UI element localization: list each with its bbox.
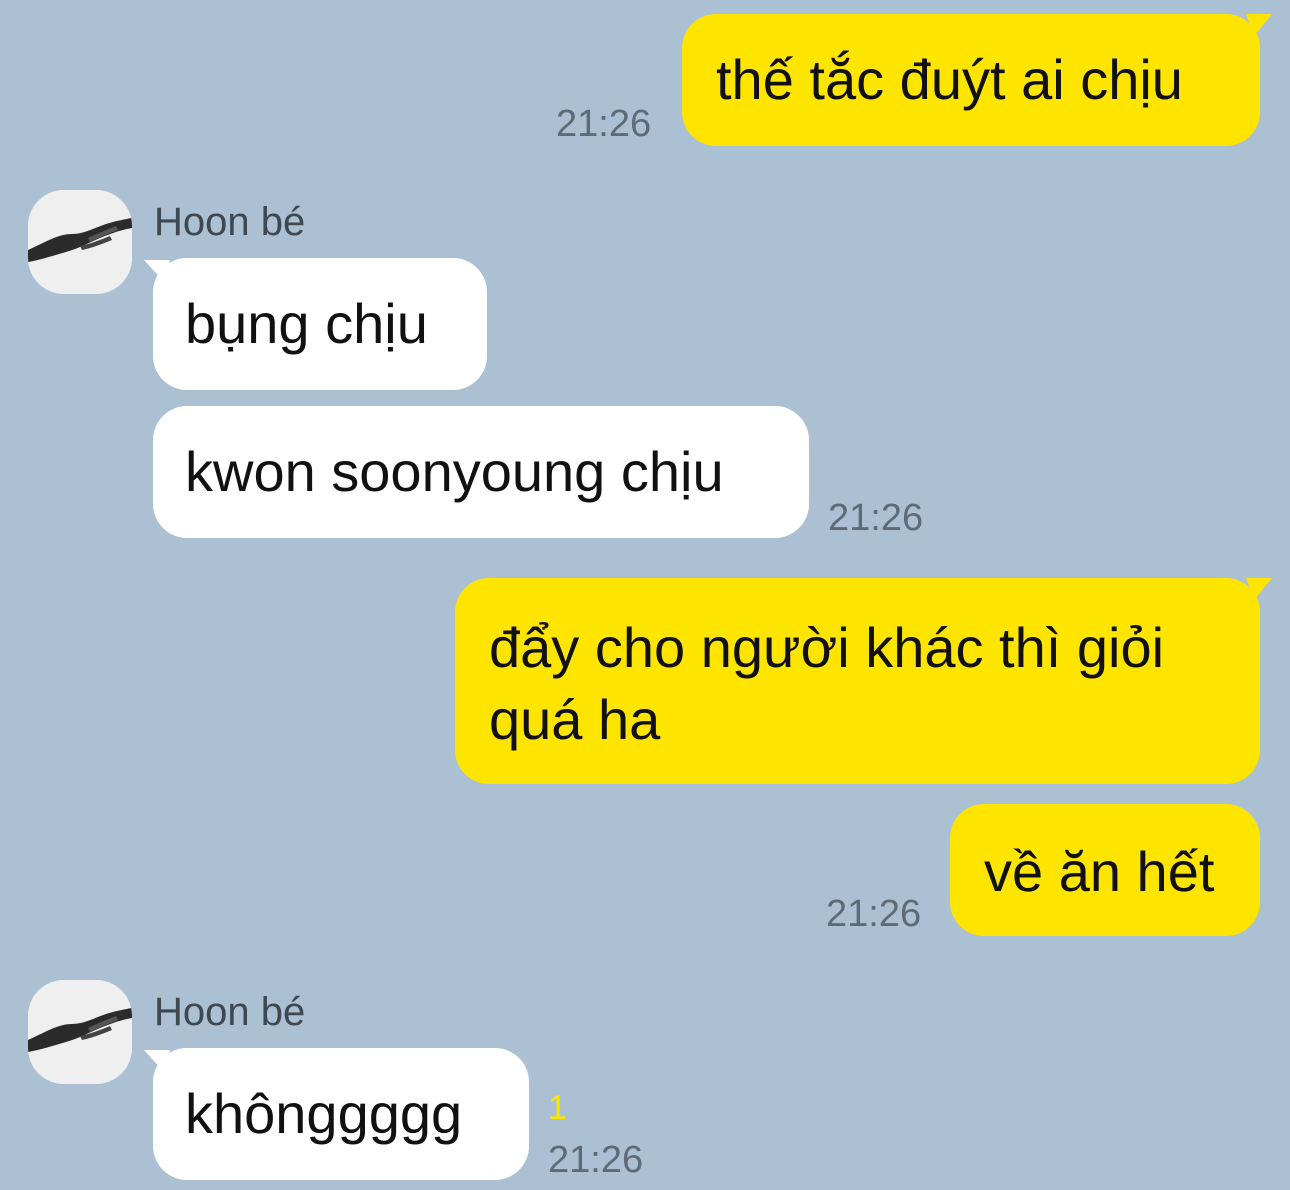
contact-avatar[interactable] — [28, 980, 132, 1084]
message-timestamp: 21:26 — [828, 497, 924, 539]
unread-count-badge: 1 — [548, 1089, 567, 1127]
message-text: thế tắc đuýt ai chịu — [716, 48, 1183, 111]
bubble-tail-icon — [144, 260, 170, 282]
incoming-message-bubble[interactable]: bụng chịu — [153, 258, 487, 390]
bubble-tail-icon — [1246, 14, 1272, 36]
bubble-tail-icon — [144, 1050, 170, 1072]
contact-avatar[interactable] — [28, 190, 132, 294]
incoming-message-bubble[interactable]: kwon soonyoung chịu — [153, 406, 809, 538]
incoming-message-bubble[interactable]: khônggggg — [153, 1048, 529, 1180]
outgoing-message-bubble[interactable]: về ăn hết — [950, 804, 1260, 936]
sender-name: Hoon bé — [154, 200, 306, 244]
message-timestamp: 21:26 — [556, 103, 652, 145]
chat-message-list[interactable]: thế tắc đuýt ai chịu 21:26 Hoon bé bụng … — [0, 0, 1290, 1190]
sender-name: Hoon bé — [154, 990, 306, 1034]
message-text: bụng chịu — [185, 292, 428, 355]
message-timestamp: 21:26 — [826, 893, 922, 935]
message-text: kwon soonyoung chịu — [185, 440, 724, 503]
message-text: khônggggg — [185, 1082, 463, 1145]
message-text: về ăn hết — [984, 840, 1215, 903]
bubble-tail-icon — [1246, 578, 1272, 600]
hands-reaching-avatar-icon — [28, 190, 132, 294]
outgoing-message-bubble[interactable]: thế tắc đuýt ai chịu — [682, 14, 1260, 146]
message-timestamp: 21:26 — [548, 1139, 644, 1181]
message-text-line: quá ha — [489, 688, 661, 751]
hands-reaching-avatar-icon — [28, 980, 132, 1084]
message-text-line: đẩy cho người khác thì giỏi — [489, 616, 1165, 679]
outgoing-message-bubble[interactable]: đẩy cho người khác thì giỏi quá ha — [455, 578, 1260, 784]
